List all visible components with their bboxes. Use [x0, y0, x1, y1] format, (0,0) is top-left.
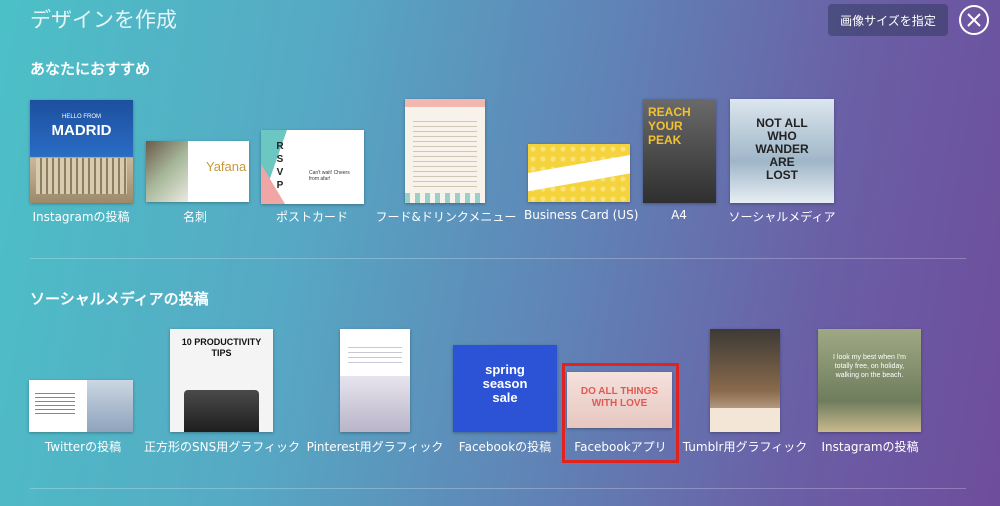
- template-label: 名刺: [182, 210, 207, 224]
- thumbnail-twitter: [29, 380, 133, 432]
- thumbnail-pinterest: [340, 329, 410, 432]
- template-business-card[interactable]: Yafana 名刺: [140, 140, 250, 226]
- template-label: ソーシャルメディア: [728, 210, 836, 224]
- section-heading-social-posts: ソーシャルメディアの投稿: [30, 290, 209, 308]
- building-graphic: [36, 158, 127, 194]
- section-divider: [30, 488, 966, 489]
- custom-size-button[interactable]: 画像サイズを指定: [828, 4, 948, 36]
- template-a4[interactable]: REACH YOUR PEAK A4: [640, 99, 718, 226]
- template-label: Instagramの投稿: [821, 440, 919, 454]
- thumbnail-spring-sale: spring season sale: [453, 345, 557, 432]
- selection-highlight: [562, 363, 679, 463]
- thumbnail-productivity: 10 PRODUCTIVITY TIPS: [170, 329, 273, 432]
- thumbnail-reach-peak: REACH YOUR PEAK: [643, 99, 716, 203]
- thumbnail-madrid: HELLO FROM MADRID: [30, 100, 133, 203]
- template-label: Instagramの投稿: [32, 210, 130, 224]
- template-label: Tumblr用グラフィック: [682, 440, 808, 454]
- thumbnail-menu: [405, 99, 485, 203]
- dialog-title: デザインを作成: [30, 8, 177, 32]
- template-label: A4: [671, 208, 687, 222]
- template-food-drink-menu[interactable]: フード&ドリンクメニュー: [375, 99, 517, 226]
- template-label: Business Card (US): [524, 208, 639, 222]
- template-twitter-post[interactable]: Twitterの投稿: [24, 380, 142, 456]
- template-business-card-us[interactable]: Business Card (US): [524, 144, 639, 226]
- thumbnail-tumblr: [710, 329, 780, 432]
- template-postcard[interactable]: R S V P Can't wait! Cheers from afar! ポス…: [258, 128, 366, 226]
- thumbnail-beach: I look my best when I'm totally free, on…: [818, 329, 921, 432]
- template-facebook-post[interactable]: spring season sale Facebookの投稿: [450, 345, 560, 456]
- template-label: 正方形のSNS用グラフィック: [144, 440, 300, 454]
- close-icon: [967, 13, 981, 27]
- template-tumblr-graphic[interactable]: Tumblr用グラフィック: [682, 329, 808, 456]
- section-divider: [30, 258, 966, 259]
- template-label: ポストカード: [275, 210, 348, 224]
- thumbnail-wander: NOT ALL WHO WANDER ARE LOST: [730, 99, 834, 203]
- template-label: フード&ドリンクメニュー: [375, 210, 517, 224]
- template-label: Pinterest用グラフィック: [306, 440, 444, 454]
- section-heading-recommended: あなたにおすすめ: [30, 60, 151, 78]
- template-label: Twitterの投稿: [44, 440, 122, 454]
- template-label: Facebookの投稿: [458, 440, 552, 454]
- close-button[interactable]: [959, 5, 989, 35]
- template-instagram-post[interactable]: HELLO FROM MADRID Instagramの投稿: [28, 100, 134, 226]
- template-instagram-post-social[interactable]: I look my best when I'm totally free, on…: [814, 329, 926, 456]
- thumbnail-rsvp: R S V P Can't wait! Cheers from afar!: [261, 130, 364, 204]
- thumbnail-yafana: Yafana: [146, 141, 249, 202]
- template-social-media[interactable]: NOT ALL WHO WANDER ARE LOST ソーシャルメディア: [726, 99, 838, 226]
- thumbnail-letterpress: [528, 144, 630, 202]
- template-square-sns-graphic[interactable]: 10 PRODUCTIVITY TIPS 正方形のSNS用グラフィック: [144, 329, 300, 456]
- template-pinterest-graphic[interactable]: Pinterest用グラフィック: [306, 329, 444, 456]
